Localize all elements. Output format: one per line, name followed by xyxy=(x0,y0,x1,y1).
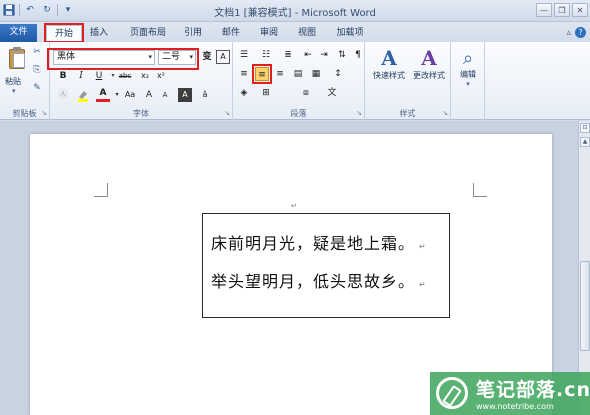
numbering-icon[interactable]: ☷ xyxy=(259,48,273,62)
font-group-label: 字体 xyxy=(133,109,149,118)
font-color-button[interactable]: A xyxy=(96,88,110,102)
editing-button[interactable]: ⌕ 编辑 ▾ xyxy=(453,48,483,88)
underline-button[interactable]: U xyxy=(92,69,106,83)
sort-icon[interactable]: ⇅ xyxy=(335,48,349,62)
tab-review[interactable]: 审阅 xyxy=(256,25,282,42)
clipboard-group: 粘贴 ▾ ✂ ⎘ ✎ 剪贴板 ↘ xyxy=(0,42,50,120)
change-styles-label: 更改样式 xyxy=(413,71,445,80)
font-launcher-icon[interactable]: ↘ xyxy=(224,109,230,117)
styles-group-label: 样式 xyxy=(399,109,416,118)
styles-group: A 快速样式 A 更改样式 样式 ↘ xyxy=(365,42,451,120)
copy-icon[interactable]: ⎘ xyxy=(31,64,43,76)
highlight-box-font-combos xyxy=(47,48,199,70)
watermark-sub-text: www.notetribe.com xyxy=(476,402,554,411)
change-case-button[interactable]: Aa xyxy=(122,88,138,102)
italic-button[interactable]: I xyxy=(74,69,88,83)
paste-icon[interactable] xyxy=(6,46,28,72)
ribbon-help-area: ▵ ? xyxy=(566,27,586,38)
margin-corner-top-left xyxy=(94,183,108,197)
margin-corner-top-right xyxy=(473,183,487,197)
subscript-button[interactable]: x₂ xyxy=(138,69,152,83)
tab-view[interactable]: 视图 xyxy=(294,25,320,42)
bullets-icon[interactable]: ☰ xyxy=(237,48,251,62)
strikethrough-button[interactable]: abc xyxy=(116,69,134,83)
vertical-scrollbar[interactable]: ⊡ ▲ xyxy=(578,121,590,415)
superscript-button[interactable]: x² xyxy=(154,69,168,83)
tab-mailings[interactable]: 邮件 xyxy=(218,25,244,42)
editing-group: ⌕ 编辑 ▾ xyxy=(451,42,485,120)
paragraph-launcher-icon[interactable]: ↘ xyxy=(356,109,362,117)
grow-font-size-button[interactable]: A xyxy=(142,88,156,102)
minimize-ribbon-icon[interactable]: ▵ xyxy=(566,28,571,38)
poem-line-1: 床前明月光，疑是地上霜。 ↵ xyxy=(211,234,426,253)
poem-line-2: 举头望明月，低头思故乡。 ↵ xyxy=(211,272,426,291)
chinese-layout-icon[interactable]: ⧈ xyxy=(299,86,313,100)
quick-styles-icon: A xyxy=(381,46,397,70)
restore-icon[interactable]: ❐ xyxy=(554,3,570,17)
char-shading-button[interactable]: A xyxy=(178,88,192,102)
quick-styles-button[interactable]: A 快速样式 xyxy=(369,46,409,81)
clipboard-launcher-icon[interactable]: ↘ xyxy=(41,109,47,117)
bold-button[interactable]: B xyxy=(56,69,70,83)
shading-icon[interactable]: ◈ xyxy=(237,86,251,100)
highlight-box-home-tab xyxy=(44,23,84,43)
ribbon-tabs: 文件 开始 插入 页面布局 引用 邮件 审阅 视图 加载项 ▵ ? xyxy=(0,22,590,42)
paste-button[interactable]: 粘贴 xyxy=(5,76,21,87)
show-marks-icon[interactable]: ¶ xyxy=(351,48,365,62)
align-left-icon[interactable]: ≡ xyxy=(237,67,251,81)
phonetic-guide-icon[interactable]: ǎ xyxy=(198,88,212,102)
increase-indent-icon[interactable]: ⇥ xyxy=(317,48,331,62)
borders-icon[interactable]: ⊞ xyxy=(259,86,273,100)
tab-references[interactable]: 引用 xyxy=(180,25,206,42)
minimize-icon[interactable]: — xyxy=(536,3,552,17)
text-effects-icon[interactable]: Ⓐ xyxy=(56,88,70,102)
watermark: 笔记部落.cn www.notetribe.com xyxy=(430,372,590,415)
shrink-font-size-button[interactable]: A xyxy=(158,88,172,102)
scroll-up-icon[interactable]: ▲ xyxy=(580,137,590,147)
highlight-box-center-align xyxy=(252,64,272,84)
paste-dropdown-icon[interactable]: ▾ xyxy=(12,87,16,95)
tab-insert[interactable]: 插入 xyxy=(86,25,112,42)
pen-logo-icon xyxy=(436,377,468,409)
text-box[interactable]: 床前明月光，疑是地上霜。 ↵ 举头望明月，低头思故乡。 ↵ xyxy=(202,213,450,318)
distributed-icon[interactable]: ▦ xyxy=(309,67,323,81)
justify-icon[interactable]: ▤ xyxy=(291,67,305,81)
change-styles-icon: A xyxy=(421,46,437,70)
watermark-main-text: 笔记部落.cn xyxy=(476,379,590,401)
editing-label: 编辑 xyxy=(460,70,476,79)
tab-addins[interactable]: 加载项 xyxy=(332,25,368,42)
multilevel-list-icon[interactable]: ≣ xyxy=(281,48,295,62)
change-styles-button[interactable]: A 更改样式 xyxy=(409,46,449,81)
title-bar: ↶ ↻ ▾ 文档1 [兼容模式] - Microsoft Word — ❐ ✕ xyxy=(0,0,590,22)
help-icon[interactable]: ? xyxy=(575,27,586,38)
line-spacing-icon[interactable]: ↕ xyxy=(331,67,345,81)
paragraph-mark: ↵ xyxy=(291,202,297,210)
scrollbar-thumb[interactable] xyxy=(580,261,590,351)
quick-styles-label: 快速样式 xyxy=(373,71,405,80)
close-icon[interactable]: ✕ xyxy=(572,3,588,17)
char-border-button[interactable]: A xyxy=(216,50,230,64)
ruler-toggle-icon[interactable]: ⊡ xyxy=(580,123,590,133)
tab-file[interactable]: 文件 xyxy=(0,24,37,42)
align-right-icon[interactable]: ≡ xyxy=(273,67,287,81)
binoculars-icon: ⌕ xyxy=(462,48,474,69)
window-controls: — ❐ ✕ xyxy=(536,3,588,17)
decrease-indent-icon[interactable]: ⇤ xyxy=(301,48,315,62)
grow-font-button[interactable]: 变 xyxy=(200,50,214,64)
highlight-color-icon[interactable] xyxy=(76,88,90,102)
asian-layout-icon[interactable]: 文 xyxy=(325,86,339,100)
window-title: 文档1 [兼容模式] - Microsoft Word xyxy=(214,8,376,19)
editing-dropdown-icon[interactable]: ▾ xyxy=(453,80,483,88)
cut-icon[interactable]: ✂ xyxy=(31,46,43,58)
format-painter-icon[interactable]: ✎ xyxy=(31,82,43,94)
tab-page-layout[interactable]: 页面布局 xyxy=(124,25,172,42)
paragraph-group-label: 段落 xyxy=(290,109,307,118)
styles-launcher-icon[interactable]: ↘ xyxy=(442,109,448,117)
